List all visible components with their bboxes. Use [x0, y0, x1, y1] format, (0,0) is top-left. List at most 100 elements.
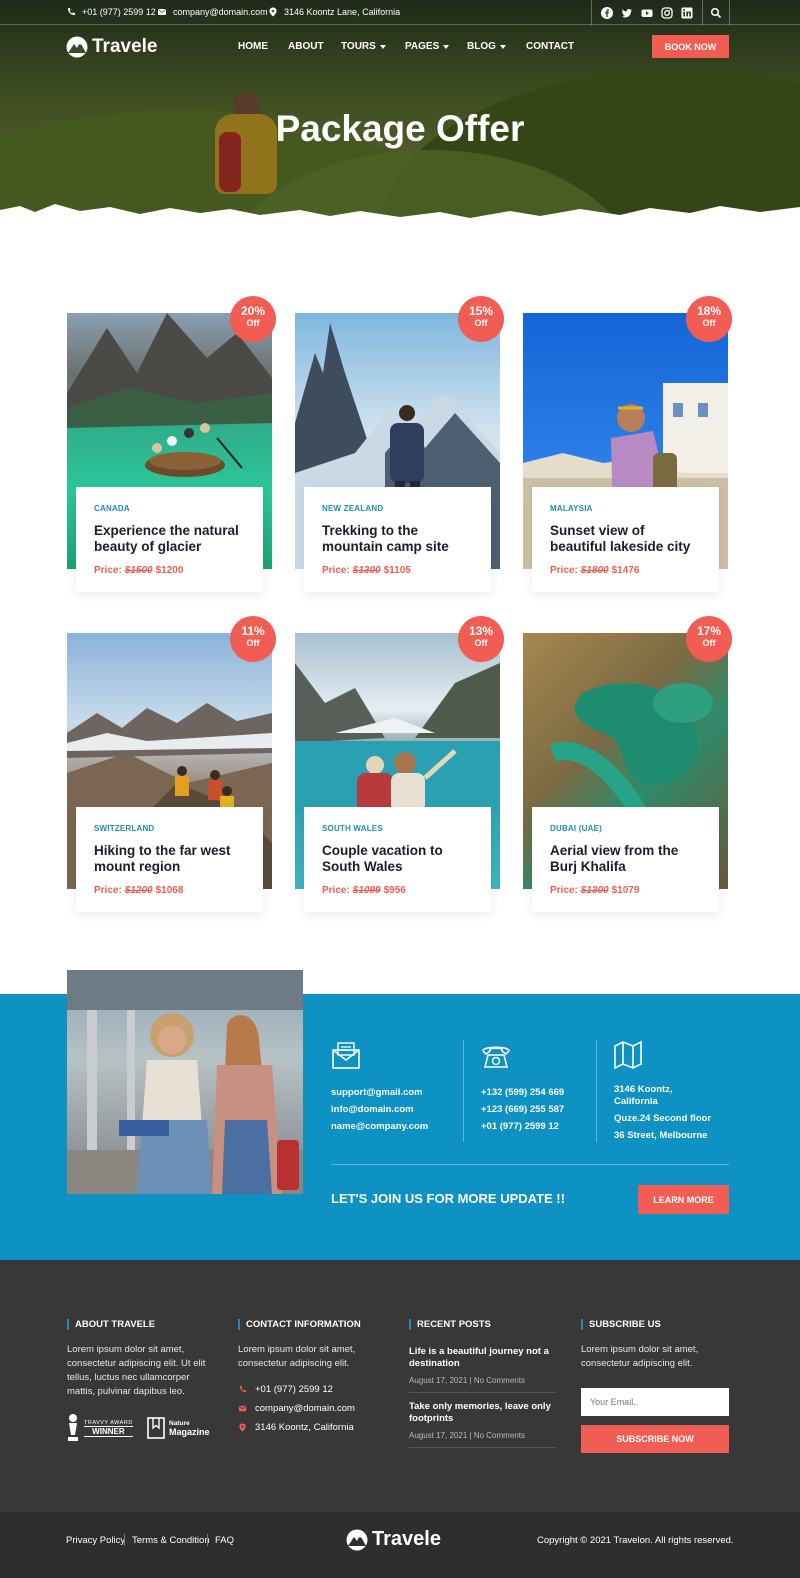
address-line: 36 Street, Melbourne [614, 1130, 708, 1141]
privacy-link[interactable]: Privacy Policy [66, 1535, 125, 1546]
nav-blog[interactable]: BLOG [467, 41, 506, 52]
award-title: WINNER [84, 1425, 133, 1437]
contact-phone[interactable]: +01 (977) 2599 12 [481, 1118, 564, 1135]
topbar-address: 3146 Koontz Lane, California [268, 7, 400, 17]
nav-label: BLOG [467, 41, 496, 52]
footer-phone[interactable]: +01 (977) 2599 12 [238, 1384, 333, 1395]
contact-phones: +132 (599) 254 669 +123 (669) 255 587 +0… [481, 1084, 564, 1135]
site-logo[interactable]: Travele [66, 36, 158, 58]
footer-logo-text: Travele [372, 1528, 441, 1550]
mail-icon [238, 1405, 247, 1412]
location-icon [239, 1423, 246, 1432]
address-line: California [614, 1096, 658, 1107]
package-country: NEW ZEALAND [322, 504, 384, 513]
nav-home[interactable]: HOME [238, 41, 268, 52]
nav-tours[interactable]: TOURS [341, 41, 386, 52]
instagram-icon[interactable] [661, 6, 673, 19]
contact-email[interactable]: support@gmail.com [331, 1084, 428, 1101]
location-icon [269, 7, 277, 17]
discount-badge: 18% Off [686, 296, 732, 342]
nav-contact[interactable]: CONTACT [526, 41, 574, 52]
award-winner: TRAVVY AWARD WINNER [66, 1413, 133, 1443]
package-country: CANADA [94, 504, 130, 513]
recent-post-meta: August 17, 2021 | No Comments [409, 1376, 525, 1385]
package-country: SWITZERLAND [94, 824, 155, 833]
contact-emails: support@gmail.com info@domain.com name@c… [331, 1084, 428, 1135]
chevron-down-icon [379, 44, 386, 49]
recent-post-title[interactable]: Take only memories, leave only footprint… [409, 1401, 559, 1425]
contact-email[interactable]: name@company.com [331, 1118, 428, 1135]
footer-heading-subscribe: SUBSCRIBE US [581, 1319, 661, 1330]
contact-email[interactable]: info@domain.com [331, 1101, 428, 1118]
footer-address: 3146 Koontz, California [238, 1422, 354, 1433]
package-title[interactable]: Aerial view from the Burj Khalifa [550, 843, 701, 875]
recent-post-meta: August 17, 2021 | No Comments [409, 1431, 525, 1440]
footer-heading-contact: CONTACT INFORMATION [238, 1319, 361, 1330]
bookmark-icon [147, 1417, 165, 1439]
nav-label: PAGES [405, 41, 440, 52]
divider [331, 1164, 729, 1165]
linkedin-icon[interactable] [681, 6, 693, 19]
subscribe-button[interactable]: SUBSCRIBE NOW [581, 1425, 729, 1453]
learn-more-button[interactable]: LEARN MORE [638, 1185, 729, 1214]
contact-address: 3146 Koontz, California Quze.24 Second f… [614, 1084, 711, 1142]
brush-edge [0, 204, 800, 245]
footer-subscribe-text: Lorem ipsum dolor sit amet, consectetur … [581, 1344, 699, 1369]
package-title[interactable]: Experience the natural beauty of glacier [94, 523, 245, 555]
nav-label: HOME [238, 41, 268, 52]
award-label: Nature [169, 1419, 190, 1427]
discount-badge: 11% Off [230, 616, 276, 662]
twitter-icon[interactable] [621, 6, 633, 18]
nav-pages[interactable]: PAGES [405, 41, 450, 52]
package-price: Price: $1800 $1476 [550, 565, 640, 576]
travelers-photo [67, 970, 303, 1194]
discount-badge: 15% Off [458, 296, 504, 342]
map-icon [614, 1040, 642, 1070]
topbar-phone-text: +01 (977) 2599 12 [82, 7, 156, 17]
topbar-email-text: company@domain.com [173, 7, 268, 17]
discount-badge: 17% Off [686, 616, 732, 662]
book-now-button[interactable]: BOOK NOW [652, 35, 729, 58]
comments-link[interactable]: No Comments [474, 1431, 525, 1440]
package-price: Price: $1500 $1200 [94, 565, 184, 576]
join-heading: LET'S JOIN US FOR MORE UPDATE !! [331, 1191, 565, 1206]
discount-badge: 13% Off [458, 616, 504, 662]
logo-text: Travele [92, 36, 158, 57]
topbar-email[interactable]: company@domain.com [157, 7, 268, 17]
package-info: NEW ZEALAND Trekking to the mountain cam… [304, 487, 491, 592]
terms-link[interactable]: Terms & Condition [132, 1535, 210, 1546]
nav-label: TOURS [341, 41, 376, 52]
package-title[interactable]: Hiking to the far west mount region [94, 843, 245, 875]
topbar-phone[interactable]: +01 (977) 2599 12 [66, 7, 156, 17]
logo-mountain-icon [66, 36, 88, 58]
address-line: 3146 Koontz, [614, 1084, 673, 1095]
package-info: SWITZERLAND Hiking to the far west mount… [76, 807, 263, 912]
topbar-address-text: 3146 Koontz Lane, California [284, 7, 401, 17]
youtube-icon[interactable] [641, 6, 653, 18]
award-title: Magazine [169, 1426, 210, 1437]
subscribe-email-input[interactable] [581, 1388, 729, 1416]
contact-phone[interactable]: +132 (599) 254 669 [481, 1084, 564, 1101]
package-price: Price: $1099 $956 [322, 885, 406, 896]
nav-label: CONTACT [526, 41, 575, 52]
recent-post-title[interactable]: Life is a beautiful journey not a destin… [409, 1346, 559, 1370]
facebook-icon[interactable] [601, 6, 613, 19]
footer-email[interactable]: company@domain.com [238, 1403, 355, 1414]
faq-link[interactable]: FAQ [215, 1535, 234, 1546]
package-title[interactable]: Couple vacation to South Wales [322, 843, 473, 875]
footer-logo[interactable]: Travele [346, 1528, 441, 1551]
mail-icon [157, 8, 167, 15]
package-info: SOUTH WALES Couple vacation to South Wal… [304, 807, 491, 912]
trophy-icon [68, 1414, 78, 1441]
search-icon[interactable] [710, 6, 722, 19]
comments-link[interactable]: No Comments [474, 1376, 525, 1385]
contact-phone[interactable]: +123 (669) 255 587 [481, 1101, 564, 1118]
package-title[interactable]: Trekking to the mountain camp site [322, 523, 473, 555]
phone-icon [239, 1385, 247, 1393]
chevron-down-icon [499, 44, 506, 49]
telephone-icon [482, 1046, 510, 1068]
package-title[interactable]: Sunset view of beautiful lakeside city [550, 523, 701, 555]
package-info: DUBAI (UAE) Aerial view from the Burj Kh… [532, 807, 719, 912]
nav-about[interactable]: ABOUT [288, 41, 324, 52]
package-price: Price: $1300 $1079 [550, 885, 640, 896]
